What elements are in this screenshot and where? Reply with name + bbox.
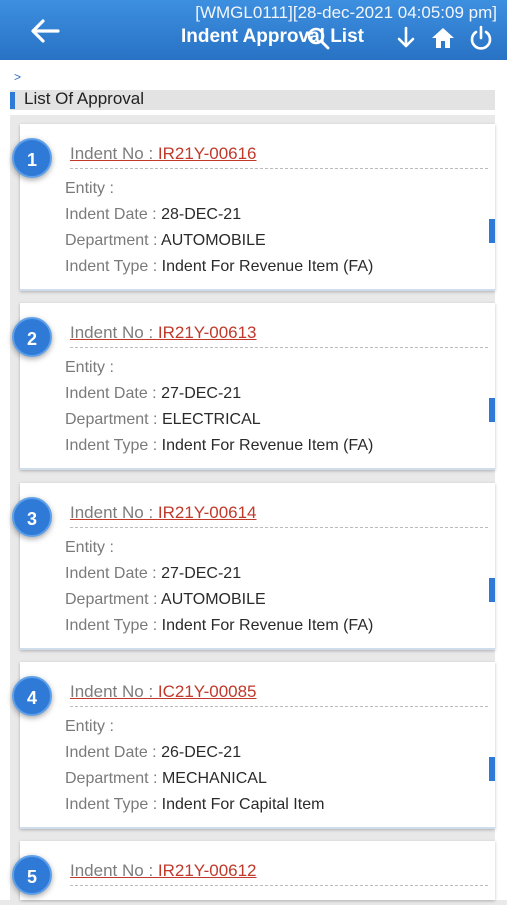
indent-no-label: Indent No : bbox=[70, 323, 158, 342]
divider bbox=[70, 347, 488, 348]
breadcrumb[interactable]: > bbox=[14, 70, 21, 84]
entity-label: Entity : bbox=[65, 718, 114, 735]
indent-no-label: Indent No : bbox=[70, 682, 158, 701]
power-icon[interactable] bbox=[468, 25, 494, 51]
list-item[interactable]: 1 Indent No : IR21Y-00616 Entity : Inden… bbox=[12, 124, 495, 291]
indent-no-link[interactable]: Indent No : IR21Y-00612 bbox=[70, 861, 257, 881]
entity-row: Entity : bbox=[65, 718, 114, 736]
department-row: Department : AUTOMOBILE bbox=[65, 591, 266, 609]
list-item[interactable]: 2 Indent No : IR21Y-00613 Entity : Inden… bbox=[12, 303, 495, 470]
home-icon[interactable] bbox=[430, 25, 456, 51]
indent-type-row: Indent Type : Indent For Revenue Item (F… bbox=[65, 258, 373, 276]
entity-row: Entity : bbox=[65, 359, 114, 377]
department-row: Department : AUTOMOBILE bbox=[65, 232, 266, 250]
indent-date-label: Indent Date : bbox=[65, 385, 162, 402]
department-label: Department : bbox=[65, 232, 162, 249]
item-number-badge: 2 bbox=[12, 317, 52, 357]
indent-type-label: Indent Type : bbox=[65, 258, 162, 275]
indent-type-label: Indent Type : bbox=[65, 617, 162, 634]
list-item[interactable]: 5 Indent No : IR21Y-00612 bbox=[12, 841, 495, 900]
department-label: Department : bbox=[65, 591, 162, 608]
indent-date-label: Indent Date : bbox=[65, 206, 162, 223]
indent-no-value: IR21Y-00612 bbox=[157, 861, 257, 880]
selection-indicator bbox=[489, 219, 495, 243]
indent-type-value: Indent For Revenue Item (FA) bbox=[161, 617, 374, 634]
item-number-badge: 4 bbox=[12, 676, 52, 716]
indent-date-row: Indent Date : 28-DEC-21 bbox=[65, 206, 241, 224]
indent-type-row: Indent Type : Indent For Revenue Item (F… bbox=[65, 437, 373, 455]
entity-label: Entity : bbox=[65, 180, 114, 197]
indent-date-row: Indent Date : 27-DEC-21 bbox=[65, 565, 241, 583]
department-label: Department : bbox=[65, 770, 162, 787]
indent-date-value: 27-DEC-21 bbox=[161, 385, 242, 402]
indent-type-label: Indent Type : bbox=[65, 437, 162, 454]
divider bbox=[70, 527, 488, 528]
back-arrow-icon[interactable] bbox=[28, 16, 62, 46]
department-value: ELECTRICAL bbox=[161, 411, 261, 428]
indent-date-label: Indent Date : bbox=[65, 744, 162, 761]
indent-type-value: Indent For Revenue Item (FA) bbox=[161, 258, 374, 275]
indent-type-label: Indent Type : bbox=[65, 796, 162, 813]
department-row: Department : ELECTRICAL bbox=[65, 411, 261, 429]
indent-date-value: 28-DEC-21 bbox=[161, 206, 242, 223]
download-arrow-icon[interactable] bbox=[393, 25, 419, 51]
list-item[interactable]: 4 Indent No : IC21Y-00085 Entity : Inden… bbox=[12, 662, 495, 829]
indent-no-link[interactable]: Indent No : IR21Y-00614 bbox=[70, 503, 257, 523]
entity-row: Entity : bbox=[65, 539, 114, 557]
indent-no-link[interactable]: Indent No : IR21Y-00616 bbox=[70, 144, 257, 164]
department-label: Department : bbox=[65, 411, 162, 428]
department-value: AUTOMOBILE bbox=[161, 232, 266, 249]
department-value: AUTOMOBILE bbox=[161, 591, 266, 608]
entity-label: Entity : bbox=[65, 539, 114, 556]
indent-no-value: IR21Y-00613 bbox=[157, 323, 257, 342]
indent-type-row: Indent Type : Indent For Revenue Item (F… bbox=[65, 617, 373, 635]
divider bbox=[70, 885, 488, 886]
list-header-accent bbox=[10, 92, 15, 109]
list-title: List Of Approval bbox=[24, 89, 145, 108]
indent-no-value: IR21Y-00616 bbox=[157, 144, 257, 163]
indent-type-row: Indent Type : Indent For Capital Item bbox=[65, 796, 324, 814]
entity-row: Entity : bbox=[65, 180, 114, 198]
item-number-badge: 5 bbox=[12, 855, 52, 895]
divider bbox=[70, 706, 488, 707]
indent-no-label: Indent No : bbox=[70, 503, 158, 522]
indent-no-link[interactable]: Indent No : IC21Y-00085 bbox=[70, 682, 257, 702]
list-header: List Of Approval bbox=[10, 89, 495, 110]
divider bbox=[70, 168, 488, 169]
indent-no-value: IR21Y-00614 bbox=[157, 503, 257, 522]
list-item[interactable]: 3 Indent No : IR21Y-00614 Entity : Inden… bbox=[12, 483, 495, 650]
indent-no-value: IC21Y-00085 bbox=[157, 682, 257, 701]
indent-no-link[interactable]: Indent No : IR21Y-00613 bbox=[70, 323, 257, 343]
indent-date-label: Indent Date : bbox=[65, 565, 162, 582]
entity-label: Entity : bbox=[65, 359, 114, 376]
indent-date-row: Indent Date : 27-DEC-21 bbox=[65, 385, 241, 403]
page-title: Indent Approval List bbox=[181, 26, 364, 47]
indent-date-value: 27-DEC-21 bbox=[161, 565, 242, 582]
indent-no-label: Indent No : bbox=[70, 861, 158, 880]
search-icon[interactable] bbox=[305, 25, 331, 51]
selection-indicator bbox=[489, 757, 495, 781]
header-meta: [WMGL0111][28-dec-2021 04:05:09 pm] bbox=[195, 3, 497, 22]
indent-type-value: Indent For Capital Item bbox=[161, 796, 325, 813]
indent-no-label: Indent No : bbox=[70, 144, 158, 163]
item-number-badge: 1 bbox=[12, 138, 52, 178]
indent-date-row: Indent Date : 26-DEC-21 bbox=[65, 744, 241, 762]
indent-type-value: Indent For Revenue Item (FA) bbox=[161, 437, 374, 454]
department-value: MECHANICAL bbox=[161, 770, 267, 787]
selection-indicator bbox=[489, 578, 495, 602]
indent-date-value: 26-DEC-21 bbox=[161, 744, 242, 761]
item-number-badge: 3 bbox=[12, 497, 52, 537]
selection-indicator bbox=[489, 398, 495, 422]
department-row: Department : MECHANICAL bbox=[65, 770, 267, 788]
app-header: [WMGL0111][28-dec-2021 04:05:09 pm] Inde… bbox=[0, 0, 507, 60]
